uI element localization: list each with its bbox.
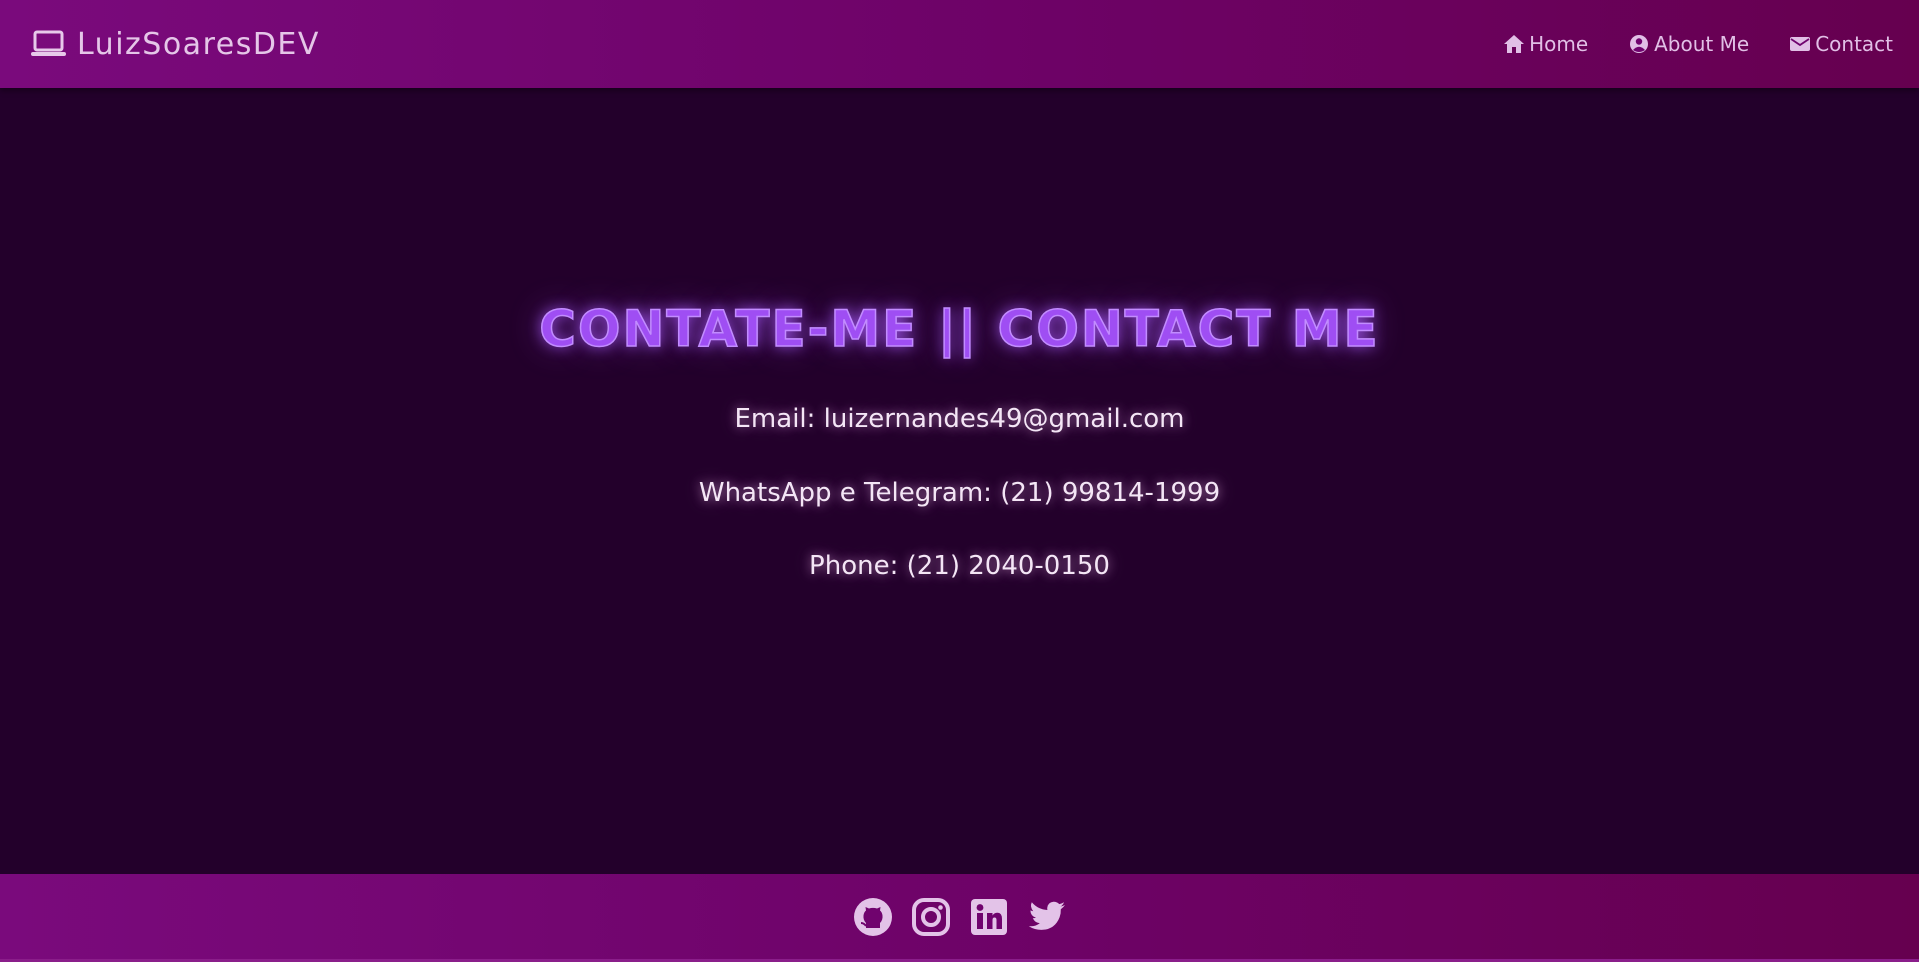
user-circle-icon: [1628, 34, 1650, 54]
nav-home-link[interactable]: Home: [1503, 32, 1588, 56]
github-link[interactable]: [852, 896, 894, 938]
twitter-icon: [1027, 897, 1067, 937]
nav-menu: Home About Me Contact: [1503, 32, 1893, 56]
navbar: LuizSoaresDEV Home About Me Contact: [0, 0, 1919, 88]
nav-about-link[interactable]: About Me: [1628, 32, 1749, 56]
brand-link[interactable]: LuizSoaresDEV: [30, 27, 320, 62]
whatsapp-text: WhatsApp e Telegram: (21) 99814-1999: [698, 478, 1221, 508]
page-title: CONTATE-ME || CONTACT ME: [539, 299, 1380, 359]
linkedin-icon: [969, 897, 1009, 937]
instagram-icon: [911, 897, 951, 937]
email-text: Email: luizernandes49@gmail.com: [734, 404, 1185, 434]
linkedin-link[interactable]: [968, 896, 1010, 938]
contact-page: LuizSoaresDEV Home About Me Contact CONT…: [0, 0, 1919, 962]
contact-section: CONTATE-ME || CONTACT ME Email: luizerna…: [0, 88, 1919, 874]
home-icon: [1503, 34, 1525, 54]
github-icon: [853, 897, 893, 937]
nav-contact-label: Contact: [1815, 32, 1893, 56]
phone-text: Phone: (21) 2040-0150: [809, 551, 1110, 581]
laptop-icon: [30, 30, 67, 58]
nav-about-label: About Me: [1654, 32, 1750, 56]
twitter-link[interactable]: [1026, 896, 1068, 938]
nav-home-label: Home: [1529, 32, 1589, 56]
nav-contact-link[interactable]: Contact: [1789, 32, 1893, 56]
instagram-link[interactable]: [910, 896, 952, 938]
envelope-icon: [1789, 34, 1811, 54]
brand-name: LuizSoaresDEV: [77, 26, 320, 62]
footer: [0, 874, 1919, 962]
